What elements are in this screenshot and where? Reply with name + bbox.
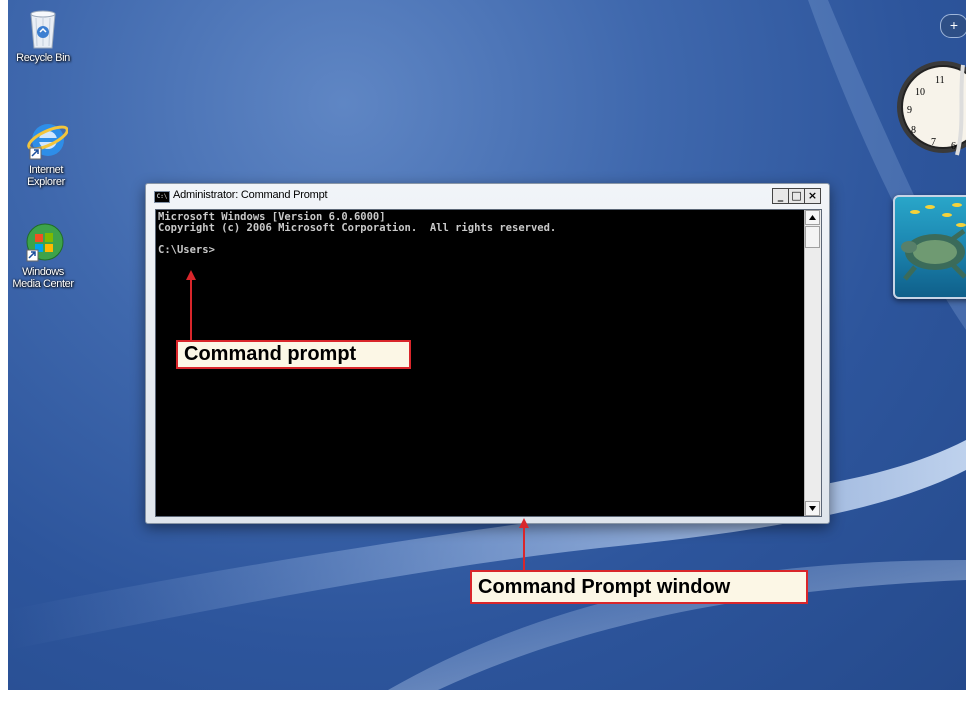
- chevron-down-icon: [809, 506, 816, 511]
- clock-number-8: 8: [911, 125, 916, 136]
- slideshow-gadget[interactable]: [893, 195, 966, 299]
- desktop-icon-windows-media-center[interactable]: Windows Media Center: [8, 220, 83, 290]
- title-bar[interactable]: C:\ Administrator: Command Prompt _ □ ×: [151, 187, 824, 205]
- torn-edge: [0, 692, 966, 706]
- command-prompt-line: C:\Users>: [158, 244, 215, 256]
- console-output: Microsoft Windows [Version 6.0.6000] Cop…: [158, 212, 556, 256]
- scroll-up-button[interactable]: [805, 210, 820, 225]
- console-line: Copyright (c) 2006 Microsoft Corporation…: [158, 222, 557, 234]
- internet-explorer-label-line-1: Internet: [28, 164, 64, 176]
- clock-number-9: 9: [907, 105, 912, 116]
- chevron-up-icon: [809, 215, 816, 220]
- clock-number-7: 7: [931, 137, 936, 148]
- internet-explorer-icon: [24, 118, 69, 162]
- windows-media-center-label-line-2: Media Center: [12, 278, 74, 290]
- maximize-button[interactable]: □: [788, 188, 805, 204]
- callout-command-prompt: Command prompt: [176, 340, 411, 369]
- internet-explorer-label-line-2: Explorer: [27, 176, 65, 188]
- cmd-app-icon: C:\: [154, 191, 170, 203]
- clock-number-6: 6: [951, 141, 956, 152]
- window-controls: _ □ ×: [772, 188, 821, 204]
- vertical-scrollbar[interactable]: [804, 210, 821, 516]
- windows-media-center-icon: [21, 220, 65, 264]
- callout-command-prompt-window: Command Prompt window: [470, 570, 808, 604]
- clock-number-10: 10: [915, 87, 925, 98]
- recycle-bin-label: Recycle Bin: [16, 52, 70, 64]
- clock-gadget[interactable]: 10 11 9 8 7 6: [893, 55, 966, 177]
- desktop-icon-internet-explorer[interactable]: Internet Explorer: [8, 118, 86, 188]
- callout-arrow-window: [519, 518, 529, 572]
- internet-explorer-label: Internet Explorer: [8, 164, 86, 188]
- scroll-down-button[interactable]: [805, 501, 820, 516]
- recycle-bin-icon: [21, 6, 65, 50]
- minimize-button[interactable]: _: [772, 188, 789, 204]
- desktop-icon-recycle-bin[interactable]: Recycle Bin: [8, 6, 83, 64]
- clock-number-11: 11: [935, 75, 945, 86]
- scroll-thumb[interactable]: [805, 226, 820, 248]
- callout-arrow-prompt: [186, 270, 196, 342]
- windows-media-center-label-line-1: Windows: [22, 266, 64, 278]
- window-title: Administrator: Command Prompt: [173, 189, 328, 201]
- add-gadget-button[interactable]: +: [940, 14, 966, 38]
- windows-media-center-label: Windows Media Center: [8, 266, 83, 290]
- close-button[interactable]: ×: [804, 188, 821, 204]
